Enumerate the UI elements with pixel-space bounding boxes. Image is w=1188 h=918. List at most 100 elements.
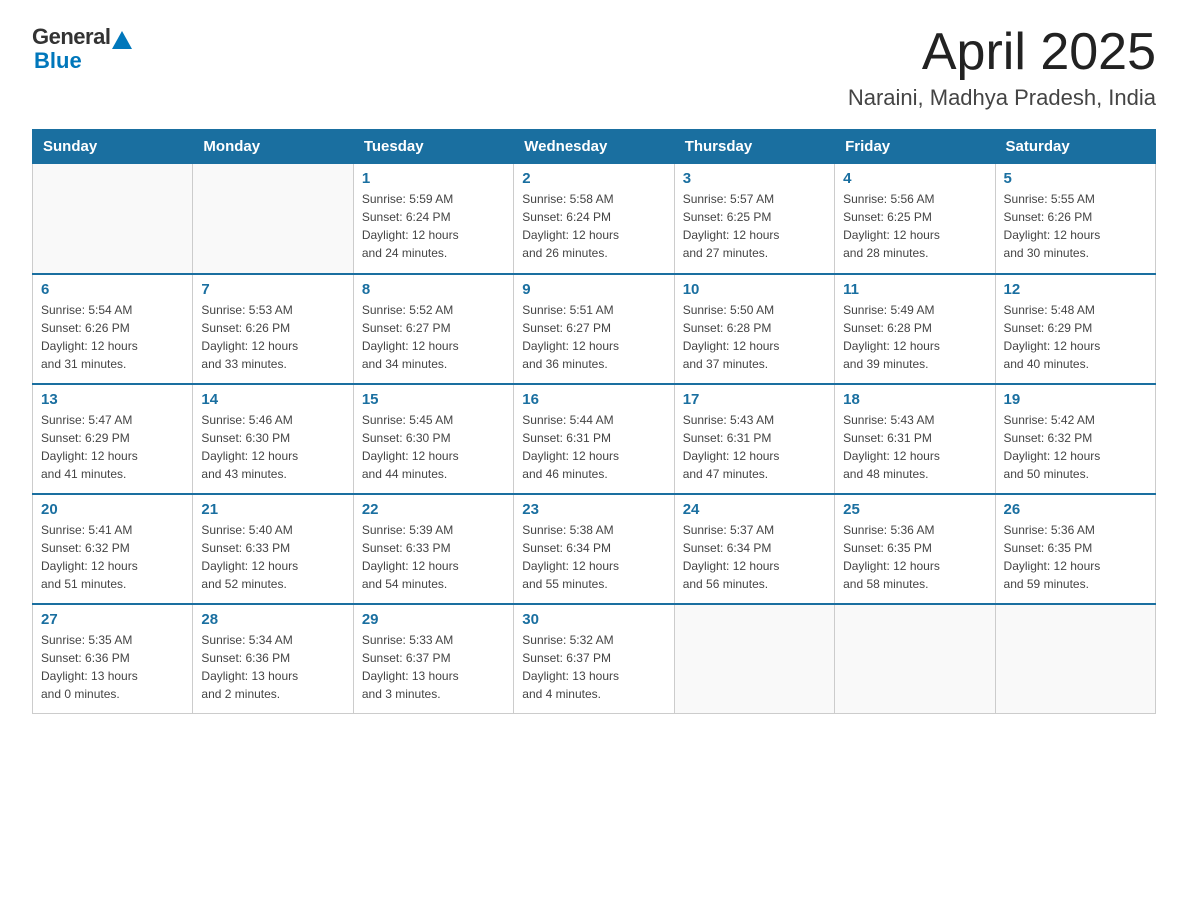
logo-general-text: General xyxy=(32,24,110,50)
page-header: General Blue April 2025 Naraini, Madhya … xyxy=(32,24,1156,111)
day-number: 19 xyxy=(1004,391,1147,408)
day-number: 17 xyxy=(683,391,826,408)
day-info: Sunrise: 5:44 AM Sunset: 6:31 PM Dayligh… xyxy=(522,411,665,483)
day-number: 3 xyxy=(683,170,826,187)
day-info: Sunrise: 5:57 AM Sunset: 6:25 PM Dayligh… xyxy=(683,190,826,262)
day-info: Sunrise: 5:48 AM Sunset: 6:29 PM Dayligh… xyxy=(1004,301,1147,373)
calendar-cell: 16 Sunrise: 5:44 AM Sunset: 6:31 PM Dayli… xyxy=(514,384,674,494)
calendar-cell: 2Sunrise: 5:58 AM Sunset: 6:24 PM Daylig… xyxy=(514,164,674,274)
day-number: 7 xyxy=(201,281,344,298)
calendar-cell: 20Sunrise: 5:41 AM Sunset: 6:32 PM Dayli… xyxy=(33,494,193,604)
day-info: Sunrise: 5:40 AM Sunset: 6:33 PM Dayligh… xyxy=(201,521,344,593)
day-info: Sunrise: 5:43 AM Sunset: 6:31 PM Dayligh… xyxy=(683,411,826,483)
day-info: Sunrise: 5:53 AM Sunset: 6:26 PM Dayligh… xyxy=(201,301,344,373)
day-info: Sunrise: 5:39 AM Sunset: 6:33 PM Dayligh… xyxy=(362,521,505,593)
day-of-week-sunday: Sunday xyxy=(33,130,193,164)
calendar-cell: 23Sunrise: 5:38 AM Sunset: 6:34 PM Dayli… xyxy=(514,494,674,604)
day-info: Sunrise: 5:59 AM Sunset: 6:24 PM Dayligh… xyxy=(362,190,505,262)
calendar-cell: 13 Sunrise: 5:47 AM Sunset: 6:29 PM Dayli… xyxy=(33,384,193,494)
calendar-cell: 6 Sunrise: 5:54 AM Sunset: 6:26 PM Daylig… xyxy=(33,274,193,384)
day-number: 30 xyxy=(522,611,665,628)
day-number: 8 xyxy=(362,281,505,298)
calendar-cell: 7 Sunrise: 5:53 AM Sunset: 6:26 PM Daylig… xyxy=(193,274,353,384)
day-info: Sunrise: 5:46 AM Sunset: 6:30 PM Dayligh… xyxy=(201,411,344,483)
day-number: 28 xyxy=(201,611,344,628)
title-block: April 2025 Naraini, Madhya Pradesh, Indi… xyxy=(848,24,1156,111)
calendar-cell: 30 Sunrise: 5:32 AM Sunset: 6:37 PM Dayli… xyxy=(514,604,674,714)
day-number: 24 xyxy=(683,501,826,518)
day-info: Sunrise: 5:47 AM Sunset: 6:29 PM Dayligh… xyxy=(41,411,184,483)
day-info: Sunrise: 5:43 AM Sunset: 6:31 PM Dayligh… xyxy=(843,411,986,483)
calendar-cell: 9 Sunrise: 5:51 AM Sunset: 6:27 PM Daylig… xyxy=(514,274,674,384)
day-number: 10 xyxy=(683,281,826,298)
day-number: 13 xyxy=(41,391,184,408)
day-info: Sunrise: 5:49 AM Sunset: 6:28 PM Dayligh… xyxy=(843,301,986,373)
calendar-cell xyxy=(193,164,353,274)
calendar-cell: 12Sunrise: 5:48 AM Sunset: 6:29 PM Dayli… xyxy=(995,274,1155,384)
day-of-week-friday: Friday xyxy=(835,130,995,164)
day-number: 22 xyxy=(362,501,505,518)
day-info: Sunrise: 5:32 AM Sunset: 6:37 PM Dayligh… xyxy=(522,631,665,703)
day-info: Sunrise: 5:51 AM Sunset: 6:27 PM Dayligh… xyxy=(522,301,665,373)
day-number: 29 xyxy=(362,611,505,628)
calendar-title: April 2025 xyxy=(848,24,1156,81)
day-of-week-saturday: Saturday xyxy=(995,130,1155,164)
calendar-cell: 21 Sunrise: 5:40 AM Sunset: 6:33 PM Dayli… xyxy=(193,494,353,604)
calendar-table: SundayMondayTuesdayWednesdayThursdayFrid… xyxy=(32,129,1156,714)
calendar-cell: 3 Sunrise: 5:57 AM Sunset: 6:25 PM Daylig… xyxy=(674,164,834,274)
calendar-cell: 22 Sunrise: 5:39 AM Sunset: 6:33 PM Dayli… xyxy=(353,494,513,604)
calendar-subtitle: Naraini, Madhya Pradesh, India xyxy=(848,85,1156,111)
day-info: Sunrise: 5:52 AM Sunset: 6:27 PM Dayligh… xyxy=(362,301,505,373)
day-info: Sunrise: 5:55 AM Sunset: 6:26 PM Dayligh… xyxy=(1004,190,1147,262)
day-info: Sunrise: 5:34 AM Sunset: 6:36 PM Dayligh… xyxy=(201,631,344,703)
calendar-cell: 26 Sunrise: 5:36 AM Sunset: 6:35 PM Dayli… xyxy=(995,494,1155,604)
day-info: Sunrise: 5:38 AM Sunset: 6:34 PM Dayligh… xyxy=(522,521,665,593)
logo-triangle-icon xyxy=(112,31,132,49)
day-of-week-thursday: Thursday xyxy=(674,130,834,164)
day-info: Sunrise: 5:36 AM Sunset: 6:35 PM Dayligh… xyxy=(1004,521,1147,593)
day-info: Sunrise: 5:45 AM Sunset: 6:30 PM Dayligh… xyxy=(362,411,505,483)
calendar-header: SundayMondayTuesdayWednesdayThursdayFrid… xyxy=(33,130,1156,164)
day-number: 11 xyxy=(843,281,986,298)
calendar-week-1: 1 Sunrise: 5:59 AM Sunset: 6:24 PM Daylig… xyxy=(33,164,1156,274)
day-info: Sunrise: 5:35 AM Sunset: 6:36 PM Dayligh… xyxy=(41,631,184,703)
calendar-cell: 5 Sunrise: 5:55 AM Sunset: 6:26 PM Daylig… xyxy=(995,164,1155,274)
day-number: 26 xyxy=(1004,501,1147,518)
calendar-body: 1 Sunrise: 5:59 AM Sunset: 6:24 PM Daylig… xyxy=(33,164,1156,714)
logo-blue-text: Blue xyxy=(34,48,82,74)
day-info: Sunrise: 5:56 AM Sunset: 6:25 PM Dayligh… xyxy=(843,190,986,262)
day-info: Sunrise: 5:36 AM Sunset: 6:35 PM Dayligh… xyxy=(843,521,986,593)
calendar-week-4: 20Sunrise: 5:41 AM Sunset: 6:32 PM Dayli… xyxy=(33,494,1156,604)
calendar-cell xyxy=(33,164,193,274)
day-number: 6 xyxy=(41,281,184,298)
day-of-week-tuesday: Tuesday xyxy=(353,130,513,164)
calendar-cell: 25 Sunrise: 5:36 AM Sunset: 6:35 PM Dayli… xyxy=(835,494,995,604)
day-number: 4 xyxy=(843,170,986,187)
calendar-cell: 15Sunrise: 5:45 AM Sunset: 6:30 PM Dayli… xyxy=(353,384,513,494)
calendar-cell: 10 Sunrise: 5:50 AM Sunset: 6:28 PM Dayli… xyxy=(674,274,834,384)
day-number: 9 xyxy=(522,281,665,298)
calendar-week-2: 6 Sunrise: 5:54 AM Sunset: 6:26 PM Daylig… xyxy=(33,274,1156,384)
day-number: 18 xyxy=(843,391,986,408)
calendar-cell xyxy=(835,604,995,714)
calendar-week-5: 27Sunrise: 5:35 AM Sunset: 6:36 PM Dayli… xyxy=(33,604,1156,714)
day-number: 21 xyxy=(201,501,344,518)
calendar-cell: 17 Sunrise: 5:43 AM Sunset: 6:31 PM Dayli… xyxy=(674,384,834,494)
day-of-week-monday: Monday xyxy=(193,130,353,164)
logo: General Blue xyxy=(32,24,134,74)
calendar-cell: 14Sunrise: 5:46 AM Sunset: 6:30 PM Dayli… xyxy=(193,384,353,494)
calendar-cell xyxy=(674,604,834,714)
day-info: Sunrise: 5:50 AM Sunset: 6:28 PM Dayligh… xyxy=(683,301,826,373)
day-number: 16 xyxy=(522,391,665,408)
day-number: 25 xyxy=(843,501,986,518)
calendar-cell: 24Sunrise: 5:37 AM Sunset: 6:34 PM Dayli… xyxy=(674,494,834,604)
day-number: 1 xyxy=(362,170,505,187)
day-number: 2 xyxy=(522,170,665,187)
day-number: 5 xyxy=(1004,170,1147,187)
calendar-cell: 29Sunrise: 5:33 AM Sunset: 6:37 PM Dayli… xyxy=(353,604,513,714)
calendar-cell: 28 Sunrise: 5:34 AM Sunset: 6:36 PM Dayli… xyxy=(193,604,353,714)
calendar-cell: 19Sunrise: 5:42 AM Sunset: 6:32 PM Dayli… xyxy=(995,384,1155,494)
calendar-cell: 18 Sunrise: 5:43 AM Sunset: 6:31 PM Dayli… xyxy=(835,384,995,494)
day-info: Sunrise: 5:54 AM Sunset: 6:26 PM Dayligh… xyxy=(41,301,184,373)
day-info: Sunrise: 5:41 AM Sunset: 6:32 PM Dayligh… xyxy=(41,521,184,593)
